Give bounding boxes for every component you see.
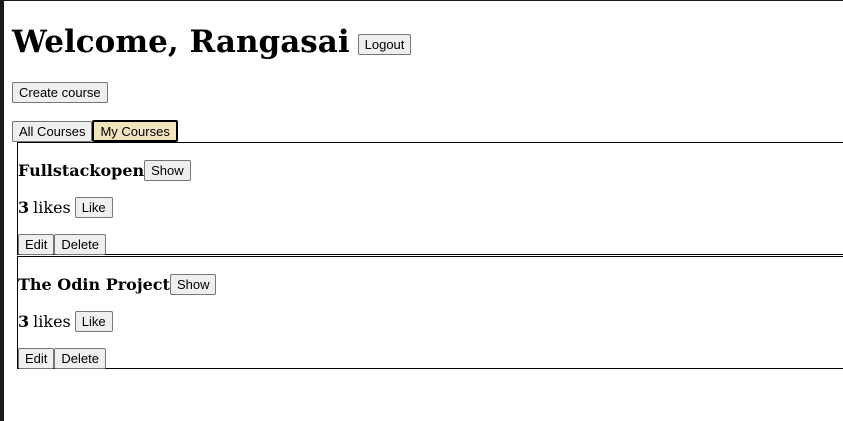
likes-label: likes [33,312,71,331]
like-button[interactable]: Like [74,197,113,218]
create-course-button[interactable]: Create course [12,82,108,103]
like-count: 3 [18,312,30,331]
edit-button[interactable]: Edit [18,234,55,255]
course-list: Fullstackopen Show 3 likes Like Edit Del… [17,142,843,369]
delete-button[interactable]: Delete [54,348,106,369]
course-actions: Edit Delete [18,348,106,369]
course-title-row: The Odin Project Show [18,274,217,295]
edit-button[interactable]: Edit [18,348,55,369]
course-likes-row: 3 likes Like [18,197,113,218]
course-card: Fullstackopen Show 3 likes Like Edit Del… [17,142,843,255]
header: Welcome, Rangasai Logout [12,24,843,60]
like-button[interactable]: Like [74,311,113,332]
course-card: The Odin Project Show 3 likes Like Edit … [17,256,843,369]
course-title-row: Fullstackopen Show [18,160,191,181]
window-left-edge [0,0,4,421]
create-row: Create course [12,82,843,103]
tab-all-courses[interactable]: All Courses [12,120,93,142]
delete-button[interactable]: Delete [54,234,106,255]
main-content: Welcome, Rangasai Logout Create course A… [12,0,843,142]
show-button[interactable]: Show [144,160,191,181]
course-likes-row: 3 likes Like [18,311,113,332]
show-button[interactable]: Show [169,274,217,295]
likes-label: likes [33,198,71,217]
course-title: The Odin Project [18,275,170,294]
course-tabs: All Courses My Courses [12,120,843,142]
tab-my-courses[interactable]: My Courses [92,120,178,142]
course-actions: Edit Delete [18,234,106,255]
logout-button[interactable]: Logout [357,33,412,55]
welcome-heading: Welcome, Rangasai [12,24,350,60]
course-title: Fullstackopen [18,161,145,180]
like-count: 3 [18,198,30,217]
